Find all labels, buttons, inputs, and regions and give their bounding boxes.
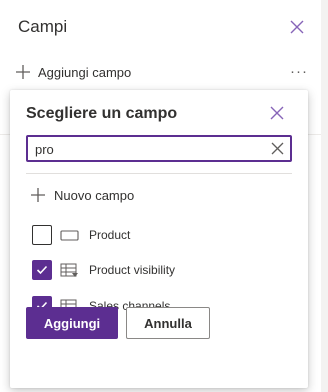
field-search-input[interactable] bbox=[35, 140, 265, 158]
cancel-button[interactable]: Annulla bbox=[126, 307, 210, 339]
single-line-field-icon bbox=[60, 229, 79, 241]
field-search-box bbox=[26, 135, 292, 162]
panel-close-icon[interactable] bbox=[289, 19, 305, 35]
plus-icon bbox=[16, 65, 30, 79]
add-field-button[interactable]: Aggiungi campo bbox=[15, 62, 131, 82]
field-option-label: Product bbox=[89, 228, 131, 242]
callout-divider bbox=[26, 173, 292, 174]
callout-close-icon[interactable] bbox=[270, 106, 284, 120]
checkbox[interactable] bbox=[32, 225, 52, 245]
field-option-product-visibility[interactable]: Product visibility bbox=[32, 259, 175, 281]
field-option-label: Product visibility bbox=[89, 263, 176, 277]
callout-title: Scegliere un campo bbox=[26, 105, 178, 122]
panel-edge bbox=[321, 0, 328, 392]
clear-search-icon[interactable] bbox=[271, 142, 284, 155]
add-field-label: Aggiungi campo bbox=[38, 64, 132, 80]
choice-field-icon bbox=[60, 263, 78, 277]
choose-field-callout: Scegliere un campo Nuovo campo Product P… bbox=[10, 90, 308, 388]
panel-title: Campi bbox=[18, 17, 68, 36]
field-option-product[interactable]: Product bbox=[32, 224, 130, 246]
new-field-label: Nuovo campo bbox=[54, 187, 135, 203]
plus-icon bbox=[31, 188, 45, 202]
more-options-icon[interactable]: ··· bbox=[290, 63, 308, 80]
new-field-button[interactable]: Nuovo campo bbox=[30, 185, 134, 205]
add-button[interactable]: Aggiungi bbox=[26, 307, 118, 339]
checkbox[interactable] bbox=[32, 260, 52, 280]
